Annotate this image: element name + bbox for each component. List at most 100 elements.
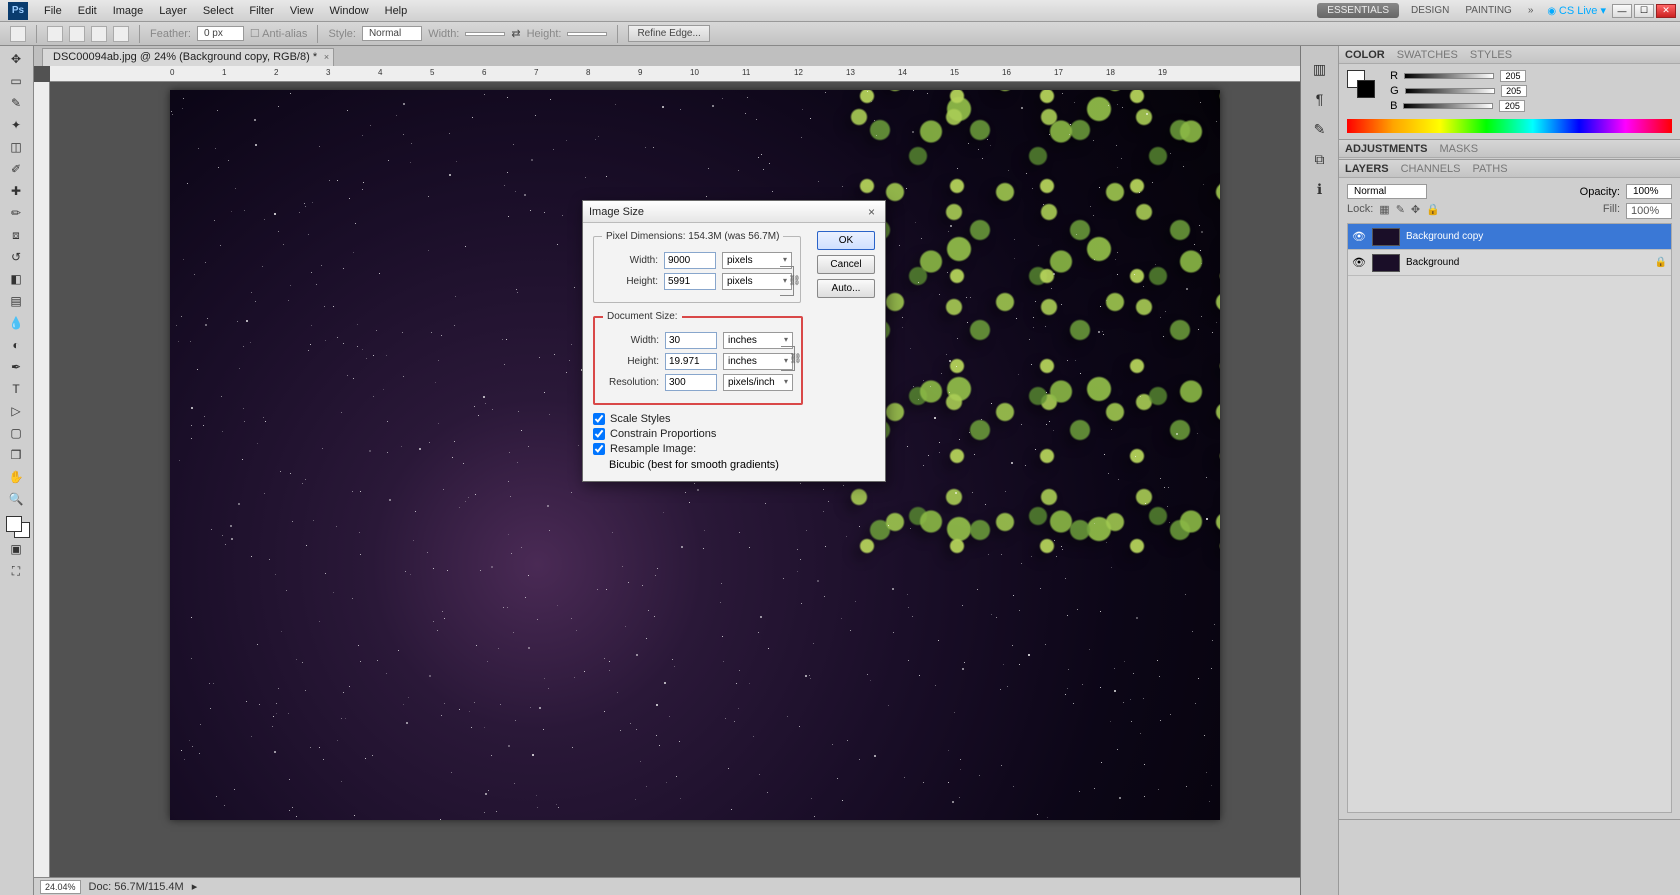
doc-width-input[interactable] [665, 332, 717, 349]
menu-file[interactable]: File [36, 2, 70, 20]
px-width-input[interactable] [664, 252, 716, 269]
blend-mode-select[interactable]: Normal [1347, 184, 1427, 199]
layer-thumbnail[interactable] [1372, 228, 1400, 246]
layer-row[interactable]: 👁 Background copy [1348, 224, 1671, 250]
lock-position-icon[interactable]: ✥ [1411, 203, 1420, 219]
dock-clone-icon[interactable]: ⧉ [1305, 146, 1335, 172]
document-tab-close[interactable]: × [324, 52, 329, 62]
interpolation-select[interactable]: Bicubic (best for smooth gradients) [609, 459, 809, 471]
adjustments-tab[interactable]: ADJUSTMENTS [1345, 143, 1428, 155]
tool-marquee[interactable]: ▭ [0, 70, 32, 92]
foreground-swatch[interactable] [6, 516, 22, 532]
visibility-icon[interactable]: 👁 [1352, 256, 1366, 269]
tool-type[interactable]: T [0, 378, 32, 400]
selection-add-icon[interactable] [69, 26, 85, 42]
window-close[interactable]: ✕ [1656, 4, 1676, 18]
refine-edge-button[interactable]: Refine Edge... [628, 25, 709, 42]
cs-live-button[interactable]: ◉ CS Live ▾ [1547, 4, 1606, 17]
layer-row[interactable]: 👁Background🔒 [1348, 250, 1671, 276]
menu-select[interactable]: Select [195, 2, 242, 20]
layer-thumbnail[interactable] [1372, 254, 1400, 272]
resolution-unit[interactable]: pixels/inch [723, 374, 793, 391]
lock-transparency-icon[interactable]: ▦ [1379, 203, 1389, 219]
menu-edit[interactable]: Edit [70, 2, 105, 20]
tool-3d[interactable]: ❒ [0, 444, 32, 466]
tool-history-brush[interactable]: ↺ [0, 246, 32, 268]
tool-healing[interactable]: ✚ [0, 180, 32, 202]
color-panel-swatch[interactable] [1347, 70, 1377, 100]
tool-screenmode[interactable]: ⛶ [0, 560, 32, 582]
tool-shape[interactable]: ▢ [0, 422, 32, 444]
feather-input[interactable]: 0 px [197, 26, 244, 41]
ok-button[interactable]: OK [817, 231, 875, 250]
window-minimize[interactable]: — [1612, 4, 1632, 18]
dock-brushes-icon[interactable]: ✎ [1305, 116, 1335, 142]
window-maximize[interactable]: ☐ [1634, 4, 1654, 18]
color-swatches[interactable] [0, 516, 33, 538]
r-value[interactable]: 205 [1500, 70, 1526, 82]
tool-crop[interactable]: ◫ [0, 136, 32, 158]
zoom-field[interactable]: 24.04% [40, 880, 81, 894]
spectrum-strip[interactable] [1347, 119, 1672, 133]
dock-info-icon[interactable]: ℹ [1305, 176, 1335, 202]
fill-input[interactable]: 100% [1626, 203, 1672, 219]
tool-lasso[interactable]: ✎ [0, 92, 32, 114]
layers-tab[interactable]: LAYERS [1345, 163, 1389, 175]
chain-icon[interactable]: ⛓ [789, 353, 802, 364]
statusbar-menu-icon[interactable]: ▸ [192, 880, 198, 893]
styles-tab[interactable]: STYLES [1470, 49, 1512, 61]
constrain-checkbox[interactable] [593, 428, 605, 440]
tool-zoom[interactable]: 🔍 [0, 488, 32, 510]
tool-pen[interactable]: ✒ [0, 356, 32, 378]
selection-subtract-icon[interactable] [91, 26, 107, 42]
menu-window[interactable]: Window [322, 2, 377, 20]
paths-tab[interactable]: PATHS [1473, 163, 1508, 175]
lock-pixels-icon[interactable]: ✎ [1396, 203, 1405, 219]
channels-tab[interactable]: CHANNELS [1401, 163, 1461, 175]
layer-name[interactable]: Background copy [1406, 231, 1483, 242]
b-slider[interactable] [1403, 103, 1493, 109]
b-value[interactable]: 205 [1499, 100, 1525, 112]
opacity-input[interactable]: 100% [1626, 184, 1672, 199]
tool-move[interactable]: ✥ [0, 48, 32, 70]
workspace-essentials[interactable]: ESSENTIALS [1317, 3, 1399, 18]
tool-brush[interactable]: ✏ [0, 202, 32, 224]
dialog-titlebar[interactable]: Image Size × [583, 201, 885, 223]
document-tab[interactable]: DSC00094ab.jpg @ 24% (Background copy, R… [42, 48, 334, 66]
g-value[interactable]: 205 [1501, 85, 1527, 97]
auto-button[interactable]: Auto... [817, 279, 875, 298]
selection-intersect-icon[interactable] [113, 26, 129, 42]
swatches-tab[interactable]: SWATCHES [1397, 49, 1458, 61]
px-height-input[interactable] [664, 273, 716, 290]
dock-character-icon[interactable]: ¶ [1305, 86, 1335, 112]
lock-all-icon[interactable]: 🔒 [1426, 203, 1440, 219]
r-slider[interactable] [1404, 73, 1494, 79]
tool-stamp[interactable]: ⧈ [0, 224, 32, 246]
workspace-painting[interactable]: PAINTING [1457, 3, 1519, 18]
tool-dodge[interactable]: ◐ [0, 334, 32, 356]
tool-eyedropper[interactable]: ✐ [0, 158, 32, 180]
tool-eraser[interactable]: ◧ [0, 268, 32, 290]
masks-tab[interactable]: MASKS [1440, 143, 1479, 155]
opt-height-input[interactable] [567, 32, 607, 36]
menu-image[interactable]: Image [105, 2, 152, 20]
tool-quickmask[interactable]: ▣ [0, 538, 32, 560]
ruler-vertical[interactable] [34, 82, 50, 877]
tool-path[interactable]: ▷ [0, 400, 32, 422]
resample-checkbox[interactable] [593, 443, 605, 455]
tool-preset-icon[interactable] [10, 26, 26, 42]
swap-dims-icon[interactable]: ⇄ [511, 27, 520, 40]
tool-gradient[interactable]: ▤ [0, 290, 32, 312]
color-tab[interactable]: COLOR [1345, 49, 1385, 61]
resolution-input[interactable] [665, 374, 717, 391]
tool-blur[interactable]: 💧 [0, 312, 32, 334]
dock-history-icon[interactable]: ▥ [1305, 56, 1335, 82]
layer-name[interactable]: Background [1406, 257, 1459, 268]
menu-help[interactable]: Help [377, 2, 416, 20]
workspace-design[interactable]: DESIGN [1403, 3, 1457, 18]
visibility-icon[interactable]: 👁 [1352, 230, 1366, 243]
menu-view[interactable]: View [282, 2, 322, 20]
g-slider[interactable] [1405, 88, 1495, 94]
scale-styles-checkbox[interactable] [593, 413, 605, 425]
menu-layer[interactable]: Layer [151, 2, 195, 20]
